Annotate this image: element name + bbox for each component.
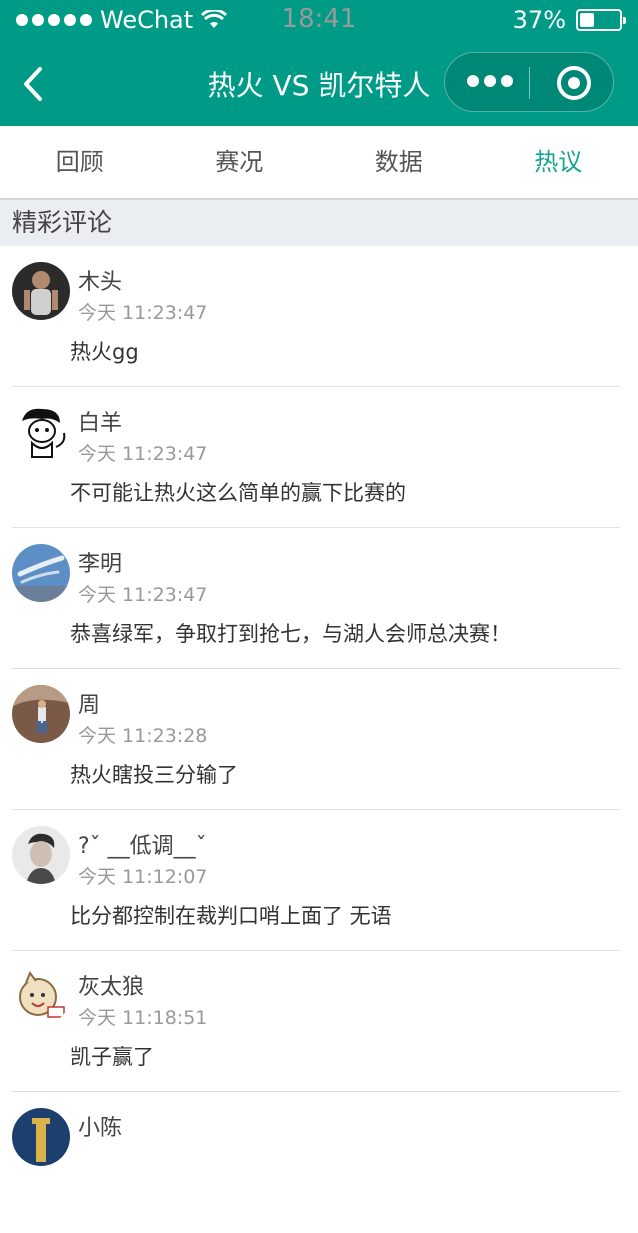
comment-text: 热火gg — [70, 336, 139, 366]
comment-text: 恭喜绿军，争取打到抢七，与湖人会师总决赛！ — [70, 618, 511, 648]
comment-item: 白羊 今天 11:23:47 不可能让热火这么简单的赢下比赛的 — [0, 387, 638, 528]
comment-time: 今天 11:12:07 — [78, 862, 207, 889]
battery-area: 37% — [513, 6, 622, 34]
comment-time: 今天 11:23:28 — [78, 721, 207, 748]
comment-author: 李明 — [78, 546, 122, 578]
avatar[interactable] — [12, 967, 70, 1025]
header: WeChat 18:41 37% 热火 VS 凯尔特人 — [0, 0, 638, 126]
comment-time: 今天 11:23:47 — [78, 580, 207, 607]
comment-text: 凯子赢了 — [70, 1041, 154, 1071]
comment-item: 灰太狼 今天 11:18:51 凯子赢了 — [0, 951, 638, 1092]
comment-item: 周 今天 11:23:28 热火瞎投三分输了 — [0, 669, 638, 810]
comment-item: 木头 今天 11:23:47 热火gg — [0, 246, 638, 387]
mini-program-capsule — [444, 52, 614, 112]
avatar[interactable] — [12, 1108, 70, 1166]
comment-list: 木头 今天 11:23:47 热火gg 白羊 今天 11:23:47 不可能让热… — [0, 246, 638, 1233]
avatar[interactable] — [12, 826, 70, 884]
comment-author: 白羊 — [78, 405, 122, 437]
capsule-divider — [529, 67, 530, 99]
more-icon[interactable] — [467, 75, 513, 87]
comment-text: 比分都控制在裁判口哨上面了 无语 — [70, 900, 392, 930]
comment-author: 小陈 — [78, 1110, 122, 1142]
comment-time: 今天 11:23:47 — [78, 298, 207, 325]
comment-author: 灰太狼 — [78, 969, 144, 1001]
avatar[interactable] — [12, 403, 70, 461]
comment-time: 今天 11:23:47 — [78, 439, 207, 466]
comment-author: 周 — [78, 687, 100, 719]
comment-item: ?ˇ __低调__ˇ 今天 11:12:07 比分都控制在裁判口哨上面了 无语 — [0, 810, 638, 951]
avatar[interactable] — [12, 262, 70, 320]
battery-percent: 37% — [513, 6, 566, 34]
section-title: 精彩评论 — [0, 200, 638, 246]
comment-text: 热火瞎投三分输了 — [70, 759, 238, 789]
avatar[interactable] — [12, 685, 70, 743]
comment-time: 今天 11:18:51 — [78, 1003, 207, 1030]
tab-stats[interactable]: 数据 — [319, 126, 479, 198]
tab-discussion[interactable]: 热议 — [479, 126, 638, 198]
comment-item: 李明 今天 11:23:47 恭喜绿军，争取打到抢七，与湖人会师总决赛！ — [0, 528, 638, 669]
close-icon[interactable] — [557, 66, 591, 100]
status-bar: WeChat 18:41 37% — [0, 0, 638, 40]
tab-live[interactable]: 赛况 — [160, 126, 320, 198]
comment-author: ?ˇ __低调__ˇ — [78, 828, 207, 860]
tab-review[interactable]: 回顾 — [0, 126, 160, 198]
nav-bar: 热火 VS 凯尔特人 — [0, 40, 638, 126]
comment-item: 小陈 — [0, 1092, 638, 1233]
battery-icon — [576, 9, 622, 31]
tab-bar: 回顾 赛况 数据 热议 — [0, 126, 638, 200]
avatar[interactable] — [12, 544, 70, 602]
comment-author: 木头 — [78, 264, 122, 296]
comment-text: 不可能让热火这么简单的赢下比赛的 — [70, 477, 406, 507]
